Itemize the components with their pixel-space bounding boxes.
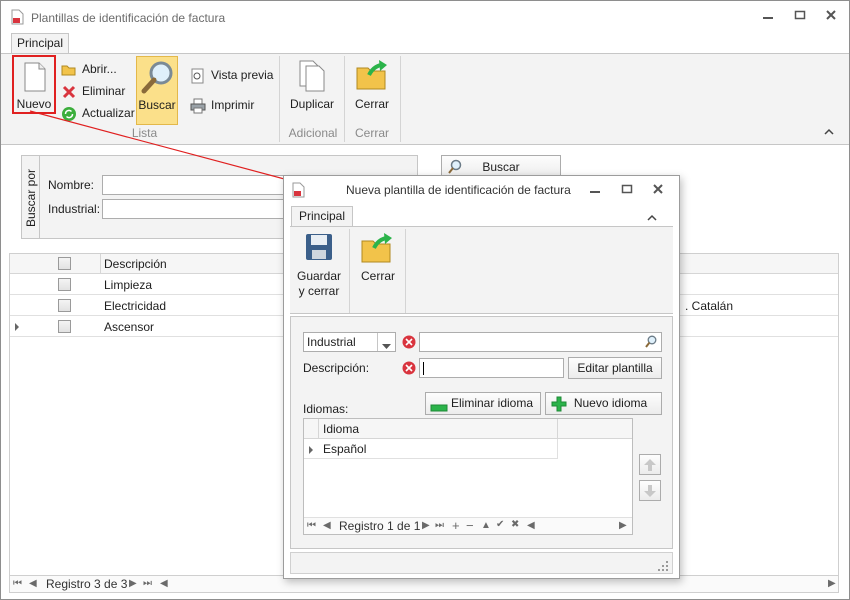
dialog-status-bar [290, 552, 673, 574]
folder-exit-icon [360, 231, 394, 268]
record-position: Registro 1 de 1 [339, 519, 421, 533]
nuevo-idioma-label: Nuevo idioma [573, 396, 648, 410]
scroll-right-icon[interactable]: ▶ [619, 520, 627, 531]
row-indicator-icon [308, 444, 314, 458]
chevron-down-icon[interactable] [382, 339, 391, 353]
idiomas-grid-header: Idioma [304, 419, 632, 439]
dialog-app-icon [292, 182, 305, 201]
guardar-cerrar-button[interactable]: Guardar y cerrar [292, 229, 346, 303]
scroll-left-icon[interactable]: ◀ [527, 520, 535, 531]
group-separator [349, 229, 350, 313]
idiomas-navigator: ⏮ ◀ Registro 1 de 1 ▶ ⏭ + − ▲ ✔ ✖ ◀ ▶ [304, 517, 632, 534]
arrow-up-icon [643, 459, 657, 475]
dialog-body: Industrial Descripción: Editar plantilla… [290, 316, 673, 549]
editar-plantilla-button[interactable]: Editar plantilla [568, 357, 662, 379]
list-item[interactable]: Español [304, 439, 558, 459]
idiomas-grid: Idioma Español ⏮ ◀ Registro 1 de 1 ▶ ⏭ +… [303, 418, 633, 535]
cancel-record-icon[interactable]: ✖ [511, 519, 519, 530]
move-down-button[interactable] [639, 480, 661, 501]
descripcion-input[interactable] [419, 358, 564, 378]
idioma-value: Español [323, 442, 367, 456]
new-template-dialog: Nueva plantilla de identificación de fac… [283, 175, 680, 579]
dialog-maximize-icon[interactable] [621, 183, 633, 198]
dialog-collapse-ribbon-icon[interactable] [647, 211, 657, 225]
dialog-cerrar-button[interactable]: Cerrar [354, 229, 402, 303]
dialog-close-icon[interactable] [652, 183, 664, 198]
dialog-cerrar-label: Cerrar [360, 269, 395, 283]
dialog-tab-label: Principal [298, 209, 346, 223]
eliminar-idioma-button[interactable]: Eliminar idioma [425, 392, 541, 415]
last-record-icon[interactable]: ⏭ [435, 520, 444, 531]
dialog-title: Nueva plantilla de identificación de fac… [346, 183, 571, 197]
plus-icon [551, 396, 567, 419]
arrow-down-icon [643, 485, 657, 501]
header-idioma[interactable]: Idioma [323, 422, 359, 436]
minus-icon [430, 399, 448, 420]
move-up-icon[interactable]: ▲ [481, 520, 491, 531]
descripcion-label: Descripción: [303, 361, 370, 375]
next-record-icon[interactable]: ▶ [422, 520, 430, 531]
search-icon[interactable] [644, 335, 658, 352]
industrial-select-value: Industrial [307, 335, 356, 349]
header-divider [557, 419, 558, 439]
save-icon [304, 232, 334, 265]
dialog-ribbon: Guardar y cerrar Cerrar [290, 226, 673, 314]
header-divider [318, 419, 319, 439]
move-up-button[interactable] [639, 454, 661, 475]
industrial-lookup-input[interactable] [419, 332, 662, 352]
text-cursor [423, 362, 424, 375]
error-icon [402, 361, 416, 378]
add-record-icon[interactable]: + [452, 518, 460, 533]
error-icon [402, 335, 416, 352]
delete-record-icon[interactable]: − [466, 518, 474, 533]
dialog-minimize-icon[interactable] [589, 184, 601, 199]
prev-record-icon[interactable]: ◀ [323, 520, 331, 531]
group-separator [405, 229, 406, 313]
dropdown-divider [377, 333, 378, 351]
guardar-cerrar-label: Guardar y cerrar [296, 269, 342, 298]
dialog-tab-principal[interactable]: Principal [291, 206, 353, 227]
resize-grip-icon[interactable] [657, 560, 669, 575]
first-record-icon[interactable]: ⏮ [307, 520, 316, 531]
industrial-select[interactable]: Industrial [303, 332, 396, 352]
nuevo-idioma-button[interactable]: Nuevo idioma [545, 392, 662, 415]
editar-plantilla-label: Editar plantilla [577, 361, 653, 375]
save-record-icon[interactable]: ✔ [496, 519, 504, 530]
idiomas-label: Idiomas: [303, 402, 349, 416]
